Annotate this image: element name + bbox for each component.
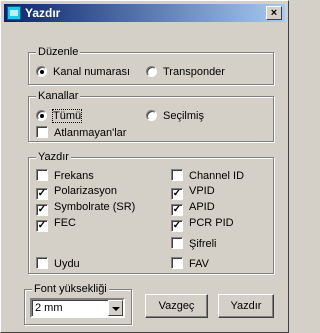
font-size-value: 2 mm bbox=[35, 302, 63, 314]
checkmark-icon: ✓ bbox=[171, 220, 183, 232]
channels-group-legend: Kanallar bbox=[36, 90, 81, 102]
radio-transponder[interactable]: Transponder bbox=[146, 66, 225, 79]
sort-group-legend: Düzenle bbox=[36, 46, 81, 58]
checkbox-not-skipped[interactable]: Atlanmayan'lar bbox=[36, 126, 126, 140]
checkbox-not-skipped-label: Atlanmayan'lar bbox=[54, 127, 127, 139]
font-size-group-legend: Font yüksekliği bbox=[32, 283, 109, 295]
checkbox-symbolrate-label: Symbolrate (SR) bbox=[54, 201, 136, 213]
radio-selected[interactable]: Seçilmiş bbox=[146, 110, 204, 123]
checkbox-channel-id[interactable]: Channel ID bbox=[171, 169, 244, 183]
checkbox-pcr-pid-label: PCR PID bbox=[189, 217, 234, 229]
checkbox-encrypted[interactable]: Şifreli bbox=[171, 237, 217, 251]
app-icon bbox=[7, 6, 21, 20]
checkbox-symbolrate[interactable]: ✓ Symbolrate (SR) bbox=[36, 201, 135, 216]
print-button[interactable]: Yazdır bbox=[218, 294, 274, 318]
radio-all-label: Tümü bbox=[51, 109, 83, 123]
title-bar[interactable]: Yazdır × bbox=[4, 4, 285, 22]
radio-selected-label: Seçilmiş bbox=[163, 110, 204, 122]
checkbox-vpid-label: VPID bbox=[189, 185, 215, 197]
checkbox-apid[interactable]: ✓ APID bbox=[171, 201, 215, 216]
radio-indicator-on bbox=[36, 110, 47, 121]
checkmark-icon: ✓ bbox=[36, 204, 48, 216]
checkbox-satellite-label: Uydu bbox=[54, 258, 80, 270]
close-button[interactable]: × bbox=[266, 6, 282, 20]
checkbox-fec-label: FEC bbox=[54, 217, 76, 229]
checkbox-box bbox=[36, 169, 48, 181]
radio-indicator-on bbox=[36, 66, 47, 77]
checkbox-box bbox=[171, 169, 183, 181]
chevron-down-icon[interactable] bbox=[108, 300, 123, 316]
radio-indicator-off bbox=[146, 66, 157, 77]
checkbox-box bbox=[171, 257, 183, 269]
checkmark-icon: ✓ bbox=[171, 188, 183, 200]
cancel-button[interactable]: Vazgeç bbox=[145, 294, 208, 318]
checkbox-fec[interactable]: ✓ FEC bbox=[36, 217, 76, 232]
checkbox-apid-label: APID bbox=[189, 201, 215, 213]
checkbox-satellite[interactable]: Uydu bbox=[36, 257, 80, 271]
checkbox-vpid[interactable]: ✓ VPID bbox=[171, 185, 215, 200]
checkbox-frequency-label: Frekans bbox=[54, 170, 94, 182]
font-size-select[interactable]: 2 mm bbox=[30, 298, 125, 318]
checkmark-icon: ✓ bbox=[36, 220, 48, 232]
checkbox-frequency[interactable]: Frekans bbox=[36, 169, 94, 183]
print-dialog: Yazdır × Düzenle Kanal numarası Transpon… bbox=[0, 0, 289, 333]
checkmark-icon: ✓ bbox=[171, 204, 183, 216]
radio-transponder-label: Transponder bbox=[163, 66, 225, 78]
window-title: Yazdır bbox=[25, 6, 61, 20]
checkbox-box bbox=[36, 126, 48, 138]
checkbox-polarization[interactable]: ✓ Polarizasyon bbox=[36, 185, 117, 200]
checkbox-fav[interactable]: FAV bbox=[171, 257, 209, 271]
checkbox-encrypted-label: Şifreli bbox=[189, 238, 217, 250]
checkbox-box bbox=[171, 237, 183, 249]
radio-indicator-off bbox=[146, 110, 157, 121]
checkbox-pcr-pid[interactable]: ✓ PCR PID bbox=[171, 217, 234, 232]
checkbox-box bbox=[36, 257, 48, 269]
checkmark-icon: ✓ bbox=[36, 188, 48, 200]
print-fields-group-legend: Yazdır bbox=[36, 151, 71, 163]
radio-channel-number-label: Kanal numarası bbox=[53, 66, 131, 78]
radio-all[interactable]: Tümü bbox=[36, 109, 83, 123]
checkbox-fav-label: FAV bbox=[189, 258, 209, 270]
radio-channel-number[interactable]: Kanal numarası bbox=[36, 66, 130, 79]
checkbox-channel-id-label: Channel ID bbox=[189, 170, 245, 182]
checkbox-polarization-label: Polarizasyon bbox=[54, 185, 117, 197]
